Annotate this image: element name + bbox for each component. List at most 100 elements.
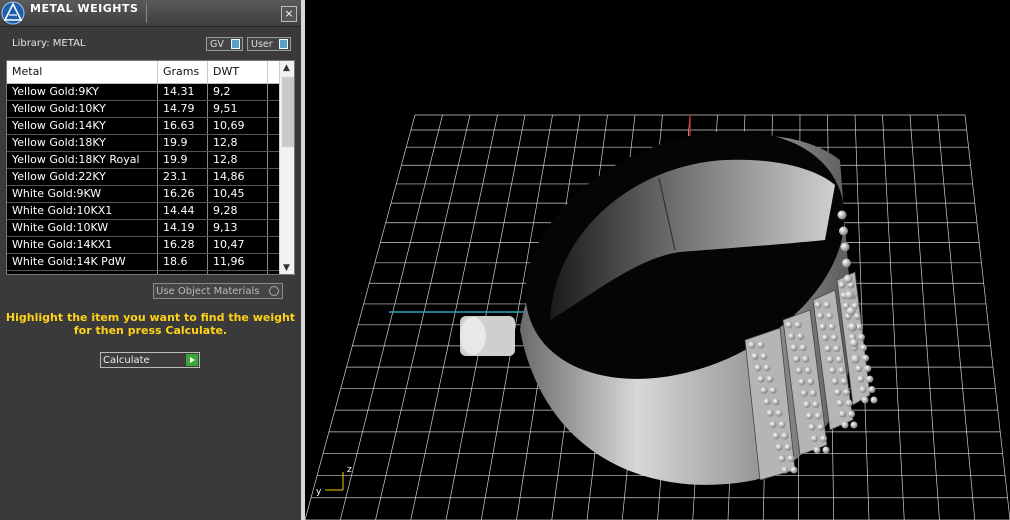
column-header-metal[interactable]: Metal <box>7 61 158 83</box>
dwt-cell: 10,69 <box>208 118 268 134</box>
table-row[interactable]: Yellow Gold:10KY 14.79 9,51 <box>7 101 279 118</box>
pave-stone <box>839 226 848 236</box>
pave-stone <box>805 412 813 420</box>
scroll-thumb[interactable] <box>282 77 294 147</box>
pave-stone <box>822 446 830 454</box>
pave-stone <box>845 290 854 300</box>
metal-cell: White Gold:14KX1 <box>7 237 158 253</box>
dwt-cell <box>208 271 268 274</box>
grams-cell: 14.44 <box>158 203 208 219</box>
column-header-spacer <box>268 61 279 83</box>
axis-label-z: z <box>347 465 352 475</box>
radio-icon <box>269 286 279 296</box>
pave-stone <box>824 345 832 353</box>
pave-stone <box>775 409 783 417</box>
pave-stone <box>841 421 849 429</box>
table-row[interactable]: Yellow Gold:18KY Royal 19.9 12,8 <box>7 152 279 169</box>
pave-stone <box>781 432 789 440</box>
pave-stone <box>862 354 870 362</box>
grams-cell: 14.31 <box>158 84 208 100</box>
row-spacer <box>268 152 279 168</box>
pave-stone <box>788 332 796 340</box>
metal-cell: Yellow Gold:22KY <box>7 169 158 185</box>
metal-cell: Yellow Gold:10KY <box>7 101 158 117</box>
pave-stone <box>830 334 838 342</box>
table-row[interactable]: Yellow Gold:14KY 16.63 10,69 <box>7 118 279 135</box>
pave-stone <box>839 410 847 418</box>
dwt-cell: 11,96 <box>208 254 268 270</box>
pave-stone <box>809 389 817 397</box>
table-row[interactable]: White Gold:9KW 16.26 10,45 <box>7 186 279 203</box>
ring-model[interactable] <box>460 82 885 485</box>
table-row[interactable]: White Gold:14K PdW 18.6 11,96 <box>7 254 279 271</box>
table-scrollbar[interactable]: ▲ ▼ <box>279 61 294 274</box>
dwt-cell: 12,8 <box>208 135 268 151</box>
grid-line <box>305 114 416 520</box>
pave-stone <box>763 398 771 406</box>
grid-line <box>882 114 905 520</box>
scroll-down-arrow-icon[interactable]: ▼ <box>283 263 290 273</box>
pave-stone <box>845 399 853 407</box>
pave-stone <box>823 301 831 309</box>
pave-stone <box>857 375 865 383</box>
dwt-cell: 10,45 <box>208 186 268 202</box>
pave-stone <box>843 388 851 396</box>
gv-label: GV <box>210 39 224 50</box>
pave-stone <box>859 386 867 394</box>
pave-stone <box>775 443 783 451</box>
pave-stone <box>868 386 876 394</box>
pave-stone <box>807 378 815 386</box>
row-spacer <box>268 237 279 253</box>
pave-stone <box>819 323 827 331</box>
pave-stone <box>790 344 798 352</box>
close-button[interactable]: × <box>281 6 297 22</box>
pave-stone <box>819 435 827 443</box>
row-spacer <box>268 186 279 202</box>
pave-stone <box>851 354 860 364</box>
pave-stone <box>751 352 759 360</box>
pave-stone <box>757 341 765 349</box>
table-row[interactable]: White Gold:14KX1 16.28 10,47 <box>7 237 279 254</box>
table-row[interactable]: White Gold:10KX1 14.44 9,28 <box>7 203 279 220</box>
grid-line <box>964 114 1010 520</box>
metal-cell: Yellow Gold:9KY <box>7 84 158 100</box>
scroll-up-arrow-icon[interactable]: ▲ <box>283 63 290 73</box>
table-row-partial[interactable] <box>7 271 279 274</box>
3d-viewport[interactable]: z y <box>305 0 1010 520</box>
pave-stone <box>838 281 846 289</box>
grams-cell: 16.26 <box>158 186 208 202</box>
pave-stone <box>794 321 802 329</box>
pave-stone <box>846 306 856 316</box>
user-library-toggle[interactable]: User <box>247 37 291 51</box>
metal-cell: White Gold:10KW <box>7 220 158 236</box>
panel-titlebar: METAL WEIGHTS × <box>0 0 301 27</box>
pave-stone <box>860 344 868 352</box>
dwt-cell: 9,2 <box>208 84 268 100</box>
pave-stone <box>799 344 807 352</box>
gv-library-toggle[interactable]: GV <box>206 37 243 51</box>
pave-stone <box>778 421 786 429</box>
calculate-button[interactable]: Calculate <box>100 352 200 368</box>
pave-stone <box>829 366 837 374</box>
column-header-dwt[interactable]: DWT <box>208 61 268 83</box>
metal-cell: White Gold:14K PdW <box>7 254 158 270</box>
pave-stone <box>793 355 801 363</box>
grams-cell: 19.9 <box>158 152 208 168</box>
row-spacer <box>268 220 279 236</box>
pave-stone <box>814 301 822 309</box>
table-row[interactable]: Yellow Gold:22KY 23.1 14,86 <box>7 169 279 186</box>
use-object-materials-toggle[interactable]: Use Object Materials <box>153 283 283 299</box>
grid-line <box>375 114 471 520</box>
pave-stone <box>861 396 869 404</box>
column-header-grams[interactable]: Grams <box>158 61 208 83</box>
grams-cell: 23.1 <box>158 169 208 185</box>
table-row[interactable]: Yellow Gold:9KY 14.31 9,2 <box>7 84 279 101</box>
dwt-cell: 12,8 <box>208 152 268 168</box>
pave-stone <box>766 375 774 383</box>
pave-stone <box>748 341 756 349</box>
pave-stone <box>763 364 771 372</box>
table-row[interactable]: Yellow Gold:18KY 19.9 12,8 <box>7 135 279 152</box>
grams-cell <box>158 271 208 274</box>
pave-stone <box>831 377 839 385</box>
table-row[interactable]: White Gold:10KW 14.19 9,13 <box>7 220 279 237</box>
